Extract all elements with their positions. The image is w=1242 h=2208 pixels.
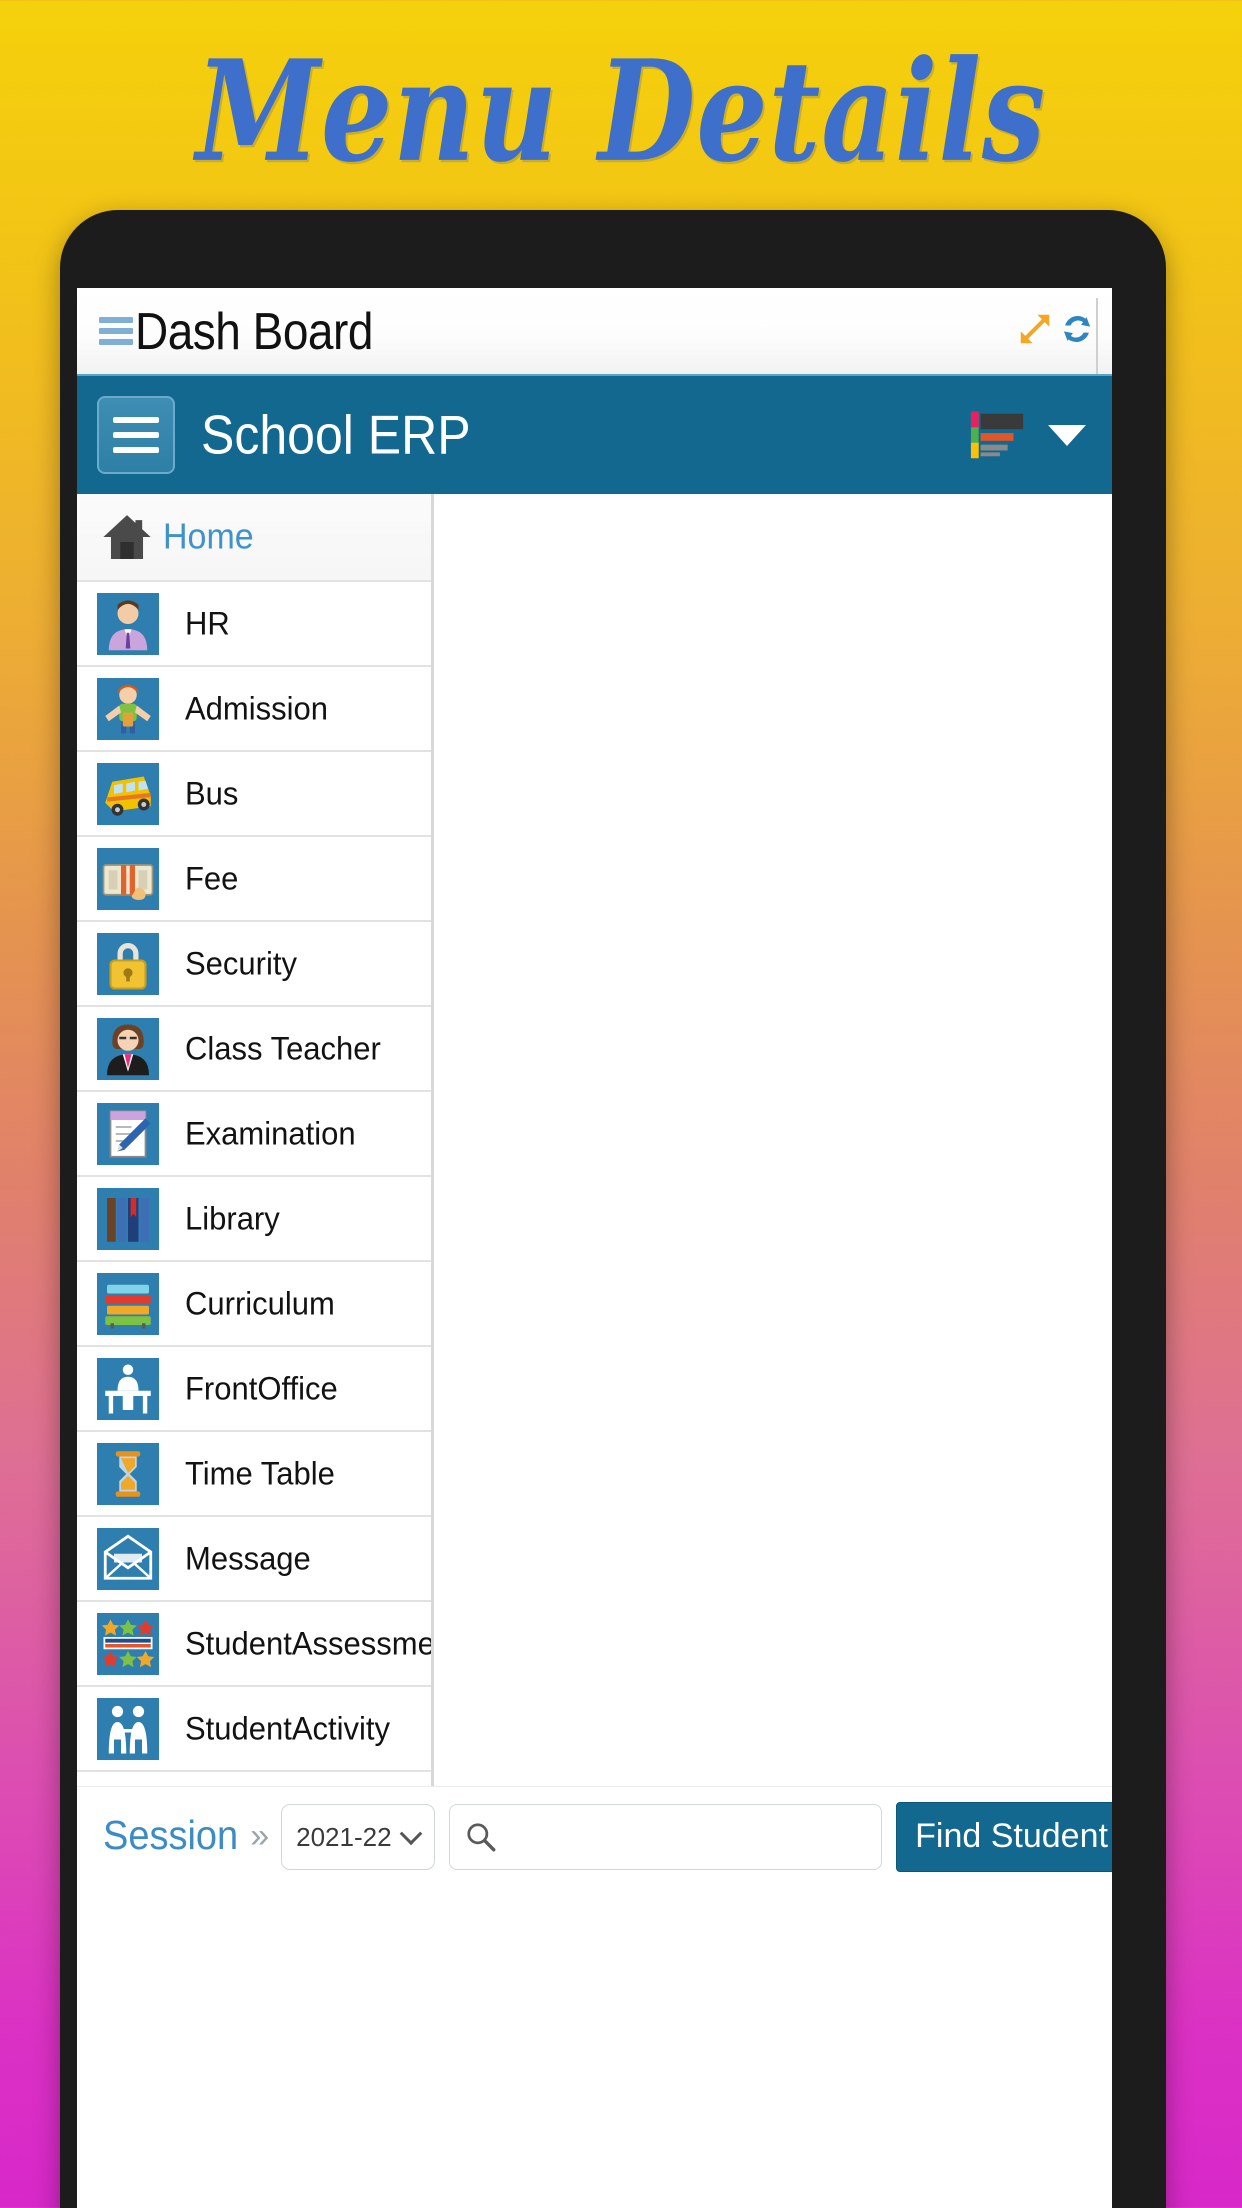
- sidebar: Home HR Admission Bus Fee Security Class…: [77, 494, 434, 1786]
- find-student-label: Find Student: [915, 1817, 1108, 1855]
- reception-desk-icon: [97, 1357, 159, 1420]
- school-logo-icon: [970, 411, 1024, 459]
- dashboard-bar-actions: [1016, 310, 1096, 352]
- sidebar-item-student-assessment[interactable]: StudentAssessment: [77, 1602, 431, 1687]
- sidebar-item-label: Message: [185, 1539, 311, 1577]
- sidebar-item-examination[interactable]: Examination: [77, 1092, 431, 1177]
- content-pane: [434, 494, 1112, 1786]
- sidebar-item-label: Security: [185, 944, 297, 982]
- home-icon: [99, 509, 155, 565]
- sidebar-item-frontoffice[interactable]: FrontOffice: [77, 1347, 431, 1432]
- hamburger-icon: [113, 432, 159, 438]
- search-input[interactable]: [506, 1820, 868, 1853]
- dashboard-title: Dash Board: [135, 301, 373, 361]
- sidebar-item-label: StudentActivity: [185, 1709, 391, 1747]
- sidebar-item-home[interactable]: Home: [77, 494, 431, 582]
- chevron-down-icon[interactable]: [1048, 424, 1086, 446]
- hamburger-icon: [113, 447, 159, 453]
- sidebar-item-class-teacher[interactable]: Class Teacher: [77, 1007, 431, 1092]
- sidebar-item-label: Bus: [185, 774, 239, 812]
- dashboard-bar: Dash Board: [77, 288, 1112, 376]
- woman-teacher-icon: [97, 1017, 159, 1080]
- hamburger-icon[interactable]: [99, 317, 133, 345]
- two-people-icon: [97, 1697, 159, 1760]
- hamburger-icon: [113, 417, 159, 423]
- expand-arrows-icon[interactable]: [1016, 310, 1054, 348]
- sidebar-item-label: StudentAssessment: [185, 1624, 434, 1662]
- app-body: Home HR Admission Bus Fee Security Class…: [77, 494, 1112, 1786]
- books-icon: [97, 1187, 159, 1250]
- sidebar-item-label: Library: [185, 1199, 280, 1237]
- sidebar-item-bus[interactable]: Bus: [77, 752, 431, 837]
- sidebar-item-library[interactable]: Library: [77, 1177, 431, 1262]
- bottom-search-bar: Session » 2021-22 Find Student: [77, 1786, 1112, 1886]
- sidebar-item-time-table[interactable]: Time Table: [77, 1432, 431, 1517]
- sidebar-item-label: Class Teacher: [185, 1029, 381, 1067]
- stacked-books-icon: [97, 1272, 159, 1335]
- sidebar-item-label: HR: [185, 604, 230, 642]
- search-field[interactable]: [449, 1803, 883, 1870]
- sidebar-item-label: Fee: [185, 859, 239, 897]
- sidebar-item-admission[interactable]: Admission: [77, 667, 431, 752]
- padlock-icon: [97, 932, 159, 995]
- school-bus-icon: [97, 762, 159, 825]
- sidebar-item-label: Home: [163, 516, 254, 557]
- sidebar-item-security[interactable]: Security: [77, 922, 431, 1007]
- envelope-icon: [97, 1527, 159, 1590]
- app-title: School ERP: [201, 404, 471, 466]
- sidebar-item-student-activity[interactable]: StudentActivity: [77, 1687, 431, 1772]
- app-header-actions: [970, 406, 1090, 464]
- sidebar-item-hr[interactable]: HR: [77, 582, 431, 667]
- dashboard-bar-left: Dash Board: [99, 301, 373, 361]
- search-icon: [467, 1822, 496, 1851]
- notebook-pen-icon: [97, 1102, 159, 1165]
- page-title: Menu Details: [195, 28, 1047, 193]
- child-icon: [97, 677, 159, 740]
- session-select[interactable]: 2021-22: [281, 1803, 436, 1870]
- sidebar-item-label: Curriculum: [185, 1284, 335, 1322]
- sidebar-item-label: Time Table: [185, 1454, 335, 1492]
- sidebar-item-label: Examination: [185, 1114, 356, 1152]
- sidebar-item-label: FrontOffice: [185, 1369, 338, 1407]
- person-businessman-icon: [97, 592, 159, 655]
- phone-frame: Dash Board School ERP Home HR Admission …: [60, 210, 1166, 2208]
- breadcrumb-separator: »: [250, 1817, 270, 1855]
- refresh-icon[interactable]: [1058, 310, 1096, 348]
- find-student-button[interactable]: Find Student: [896, 1801, 1112, 1872]
- sidebar-item-message[interactable]: Message: [77, 1517, 431, 1602]
- sidebar-item-curriculum[interactable]: Curriculum: [77, 1262, 431, 1347]
- stars-assessment-icon: [97, 1612, 159, 1675]
- hourglass-icon: [97, 1442, 159, 1505]
- sidebar-item-fee[interactable]: Fee: [77, 837, 431, 922]
- dashboard-bar-divider: [1096, 298, 1098, 374]
- phone-screen: Dash Board School ERP Home HR Admission …: [77, 288, 1112, 2208]
- session-label: Session: [103, 1813, 239, 1859]
- sidebar-toggle-button[interactable]: [97, 396, 175, 474]
- money-cash-icon: [97, 847, 159, 910]
- app-header: School ERP: [77, 376, 1112, 494]
- session-select-wrapper: 2021-22: [281, 1803, 436, 1870]
- sidebar-item-label: Admission: [185, 689, 328, 727]
